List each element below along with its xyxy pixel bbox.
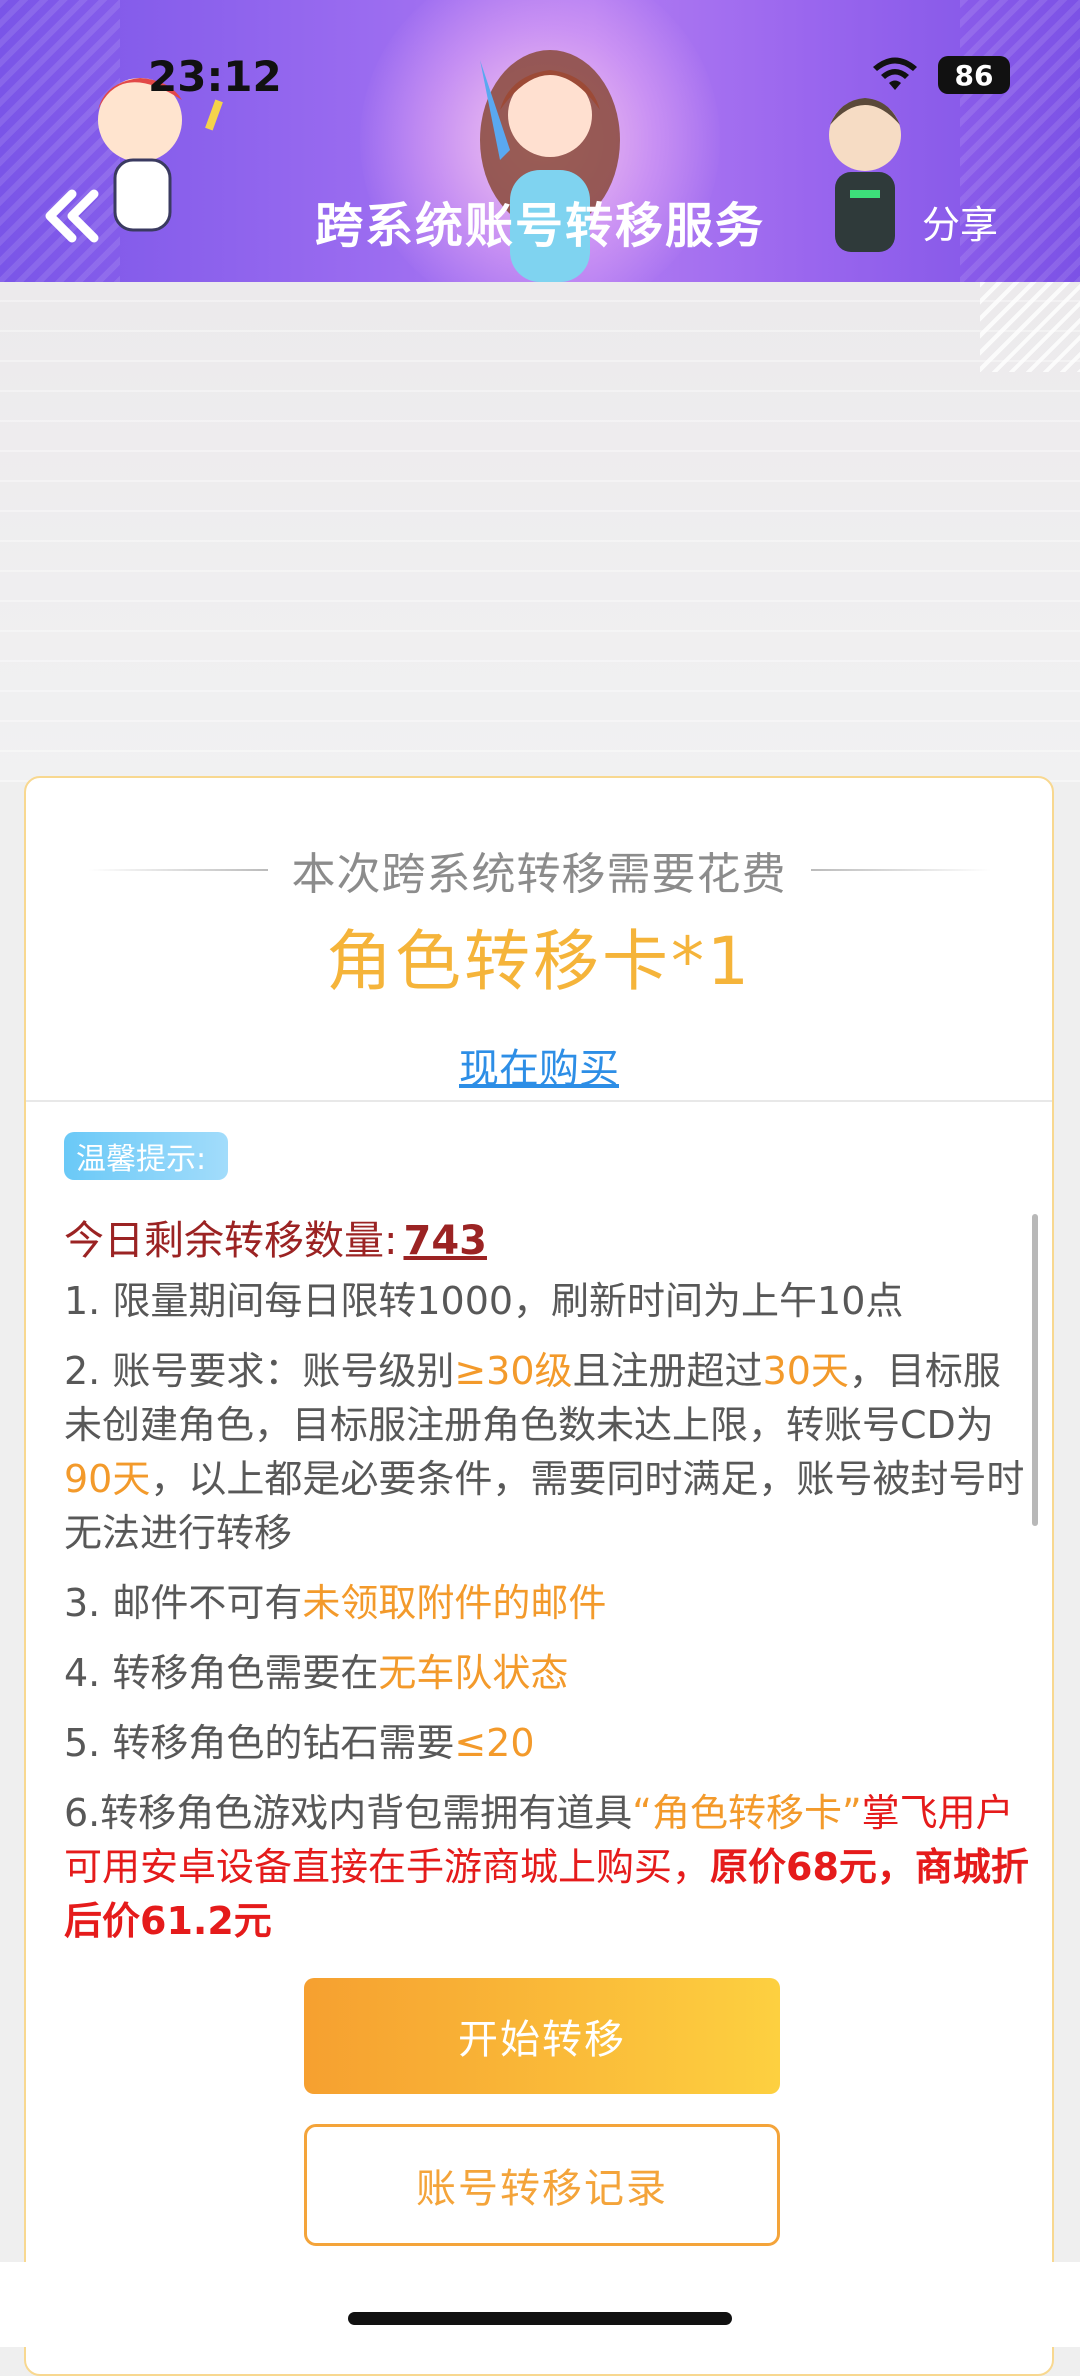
rules-scrollbar[interactable] [1032, 1214, 1038, 1526]
rule-2-cd: 90天 [64, 1457, 151, 1501]
battery-indicator: 86 [938, 56, 1010, 94]
cost-label: 本次跨系统转移需要花费 [291, 849, 787, 900]
rule-2-days: 30天 [762, 1349, 849, 1393]
status-time: 23:12 [148, 52, 282, 101]
home-indicator[interactable] [348, 2312, 732, 2325]
cost-heading: 本次跨系统转移需要花费 [26, 838, 1052, 902]
page-title: 跨系统账号转移服务 [314, 198, 765, 254]
rule-2: 2. 账号要求：账号级别≥30级且注册超过30天，目标服未创建角色，目标服注册角… [64, 1344, 1030, 1560]
share-button[interactable]: 分享 [922, 194, 998, 249]
status-icons: 86 [870, 56, 1010, 94]
heading-line-right [810, 869, 991, 871]
rule-1: 1. 限量期间每日限转1000，刷新时间为上午10点 [64, 1279, 904, 1323]
rule-2-level: ≥30级 [454, 1349, 573, 1393]
heading-line-left [87, 869, 268, 871]
rule-6: 6.转移角色游戏内背包需拥有道具“角色转移卡”掌飞用户可用安卓设备直接在手游商城… [64, 1786, 1030, 1948]
remaining-count: 743 [403, 1218, 487, 1264]
rule-4-highlight: 无车队状态 [378, 1651, 569, 1695]
rule-5-highlight: ≤20 [454, 1721, 535, 1765]
rule-5-text: 5. 转移角色的钻石需要 [64, 1721, 455, 1765]
rule-3-highlight: 未领取附件的邮件 [302, 1581, 607, 1625]
header-banner: 23:12 86 跨系统账号转移服务 分享 [0, 0, 1080, 282]
rule-6-text: 6.转移角色游戏内背包需拥有道具 [64, 1791, 633, 1835]
transfer-card: 本次跨系统转移需要花费 角色转移卡*1 现在购买 温馨提示: 今日剩余转移数量:… [24, 776, 1054, 2376]
remaining-count-line: 今日剩余转移数量: 743 [64, 1208, 487, 1266]
rule-5: 5. 转移角色的钻石需要≤20 [64, 1716, 1030, 1770]
hero-background [0, 282, 1080, 782]
rule-4-text: 4. 转移角色需要在 [64, 1651, 379, 1695]
rule-6-item: “角色转移卡” [632, 1791, 862, 1835]
start-transfer-button[interactable]: 开始转移 [304, 1978, 780, 2094]
cost-item: 角色转移卡*1 [326, 923, 752, 1000]
hero-hatch-decoration [980, 282, 1080, 372]
remaining-label: 今日剩余转移数量: [64, 1218, 398, 1264]
buy-now-link[interactable]: 现在购买 [26, 1036, 1052, 1094]
transfer-record-button[interactable]: 账号转移记录 [304, 2124, 780, 2246]
rule-4: 4. 转移角色需要在无车队状态 [64, 1646, 1030, 1700]
tips-badge: 温馨提示: [64, 1132, 229, 1180]
rule-3: 3. 邮件不可有未领取附件的邮件 [64, 1576, 1030, 1630]
rules-list: 1. 限量期间每日限转1000，刷新时间为上午10点 2. 账号要求：账号级别≥… [64, 1274, 1030, 1964]
rule-2-text: 且注册超过 [572, 1349, 763, 1393]
rule-2-text: ，以上都是必要条件，需要同时满足，账号被封号时无法进行转移 [64, 1457, 1025, 1555]
rule-2-text: 2. 账号要求：账号级别 [64, 1349, 455, 1393]
bottom-safe-area [0, 2262, 1080, 2347]
wifi-icon [873, 57, 917, 90]
rule-3-text: 3. 邮件不可有 [64, 1581, 303, 1625]
card-divider [26, 1100, 1052, 1102]
